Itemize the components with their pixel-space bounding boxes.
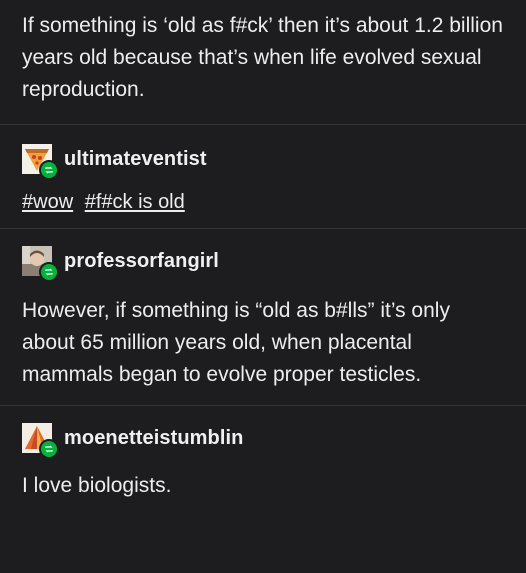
reblog-professorfangirl: professorfangirl However, if something i… xyxy=(0,229,526,405)
reblog-icon xyxy=(39,439,59,459)
user-row: moenetteistumblin xyxy=(22,420,504,459)
reblog-text: I love biologists. xyxy=(22,474,172,497)
user-row: professorfangirl xyxy=(22,243,504,282)
avatar[interactable] xyxy=(22,423,59,459)
username[interactable]: moenetteistumblin xyxy=(64,427,244,450)
tag-link[interactable]: #f#ck is old xyxy=(85,191,185,213)
reblog-icon xyxy=(39,262,59,282)
original-post: If something is ‘old as f#ck’ then it’s … xyxy=(0,0,526,124)
original-post-text: If something is ‘old as f#ck’ then it’s … xyxy=(22,14,503,101)
avatar[interactable] xyxy=(22,246,59,282)
avatar[interactable] xyxy=(22,144,59,180)
reblog-icon xyxy=(39,160,59,180)
username[interactable]: professorfangirl xyxy=(64,250,219,273)
user-row: ultimateventist xyxy=(22,141,504,180)
reblog-ultimateventist: ultimateventist #wow #f#ck is old xyxy=(0,125,526,228)
reblog-text: However, if something is “old as b#lls” … xyxy=(22,299,450,386)
tag-link[interactable]: #wow xyxy=(22,191,73,213)
post-thread: If something is ‘old as f#ck’ then it’s … xyxy=(0,0,526,573)
username[interactable]: ultimateventist xyxy=(64,148,207,171)
reblog-moenetteistumblin: moenetteistumblin I love biologists. xyxy=(0,406,526,502)
tag-list: #wow #f#ck is old xyxy=(22,191,504,214)
